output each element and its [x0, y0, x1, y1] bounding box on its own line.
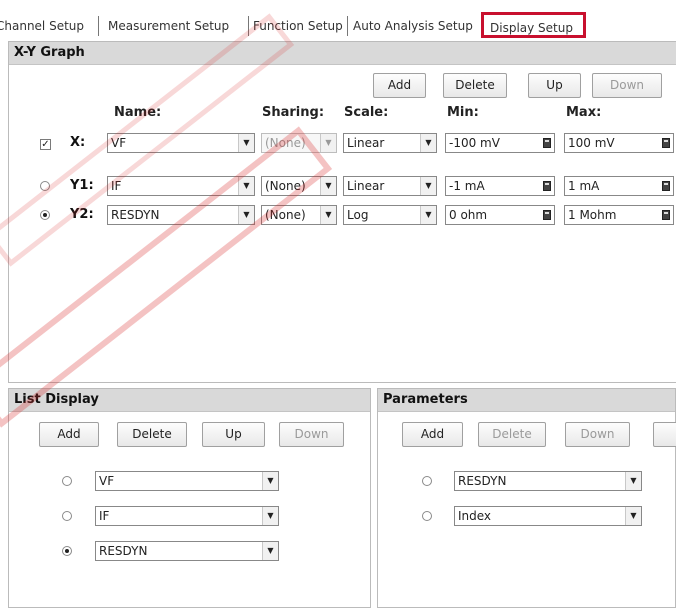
param-item-radio[interactable]	[422, 511, 432, 521]
header-scale: Scale:	[344, 105, 389, 120]
y2-max-value: 1 Mohm	[568, 208, 617, 222]
calculator-icon[interactable]	[662, 181, 670, 191]
y1-max-field[interactable]: 1 mA	[564, 176, 674, 196]
x-scale-select[interactable]: Linear ▼	[343, 133, 437, 153]
calculator-icon[interactable]	[543, 210, 551, 220]
chevron-down-icon: ▼	[320, 177, 336, 195]
param-item-radio[interactable]	[422, 476, 432, 486]
param-item-value: RESDYN	[458, 474, 507, 488]
list-delete-button[interactable]: Delete	[117, 422, 187, 447]
header-max: Max:	[566, 105, 602, 120]
y1-min-field[interactable]: -1 mA	[445, 176, 555, 196]
x-max-value: 100 mV	[568, 136, 615, 150]
x-scale-value: Linear	[347, 136, 385, 150]
chevron-down-icon: ▼	[320, 134, 336, 152]
chevron-down-icon: ▼	[262, 472, 278, 490]
list-item-select[interactable]: IF ▼	[95, 506, 279, 526]
parameters-panel: Parameters Add Delete Down RESDYN ▼ Inde…	[377, 388, 676, 608]
parameters-title: Parameters	[378, 389, 675, 412]
x-min-value: -100 mV	[449, 136, 500, 150]
param-item-select[interactable]: Index ▼	[454, 506, 642, 526]
y2-min-value: 0 ohm	[449, 208, 488, 222]
param-item-select[interactable]: RESDYN ▼	[454, 471, 642, 491]
list-down-button[interactable]: Down	[279, 422, 344, 447]
xy-down-button[interactable]: Down	[592, 73, 662, 98]
list-add-button[interactable]: Add	[39, 422, 99, 447]
chevron-down-icon: ▼	[238, 134, 254, 152]
header-min: Min:	[447, 105, 479, 120]
chevron-down-icon: ▼	[320, 206, 336, 224]
xy-delete-button[interactable]: Delete	[443, 73, 507, 98]
params-add-button[interactable]: Add	[402, 422, 463, 447]
list-display-panel: List Display Add Delete Up Down VF ▼ IF …	[8, 388, 371, 608]
list-item-value: RESDYN	[99, 544, 148, 558]
y1-scale-value: Linear	[347, 179, 385, 193]
xy-up-button[interactable]: Up	[528, 73, 581, 98]
tab-strip: Channel Setup Measurement Setup Function…	[0, 12, 676, 38]
calculator-icon[interactable]	[662, 138, 670, 148]
x-min-field[interactable]: -100 mV	[445, 133, 555, 153]
tab-auto-analysis-setup[interactable]: Auto Analysis Setup	[351, 16, 483, 36]
xy-graph-title: X-Y Graph	[9, 42, 676, 65]
chevron-down-icon: ▼	[625, 472, 641, 490]
y1-scale-select[interactable]: Linear ▼	[343, 176, 437, 196]
x-max-field[interactable]: 100 mV	[564, 133, 674, 153]
list-display-title: List Display	[9, 389, 370, 412]
list-item-radio[interactable]	[62, 511, 72, 521]
chevron-down-icon: ▼	[420, 134, 436, 152]
list-item-select[interactable]: VF ▼	[95, 471, 279, 491]
tab-display-setup[interactable]: Display Setup	[481, 12, 586, 38]
x-axis-label: X:	[70, 135, 86, 150]
y2-max-field[interactable]: 1 Mohm	[564, 205, 674, 225]
chevron-down-icon: ▼	[420, 206, 436, 224]
y1-max-value: 1 mA	[568, 179, 600, 193]
y2-scale-select[interactable]: Log ▼	[343, 205, 437, 225]
chevron-down-icon: ▼	[625, 507, 641, 525]
y2-scale-value: Log	[347, 208, 369, 222]
tab-measurement-setup[interactable]: Measurement Setup	[104, 16, 249, 36]
header-sharing: Sharing:	[262, 105, 325, 120]
param-item-value: Index	[458, 509, 492, 523]
y2-name-value: RESDYN	[111, 208, 160, 222]
calculator-icon[interactable]	[543, 138, 551, 148]
y1-min-value: -1 mA	[449, 179, 485, 193]
y2-min-field[interactable]: 0 ohm	[445, 205, 555, 225]
list-item-radio[interactable]	[62, 546, 72, 556]
calculator-icon[interactable]	[662, 210, 670, 220]
chevron-down-icon: ▼	[420, 177, 436, 195]
tab-channel-setup[interactable]: Channel Setup	[0, 16, 99, 36]
list-item-radio[interactable]	[62, 476, 72, 486]
list-up-button[interactable]: Up	[202, 422, 265, 447]
params-down-button[interactable]: Down	[565, 422, 630, 447]
list-item-value: IF	[99, 509, 110, 523]
chevron-down-icon: ▼	[262, 542, 278, 560]
xy-add-button[interactable]: Add	[373, 73, 426, 98]
params-delete-button[interactable]: Delete	[478, 422, 546, 447]
list-item-value: VF	[99, 474, 115, 488]
chevron-down-icon: ▼	[262, 507, 278, 525]
params-up-button[interactable]	[653, 422, 676, 447]
list-item-select[interactable]: RESDYN ▼	[95, 541, 279, 561]
calculator-icon[interactable]	[543, 181, 551, 191]
x-axis-checkbox[interactable]: ✓	[40, 139, 51, 150]
